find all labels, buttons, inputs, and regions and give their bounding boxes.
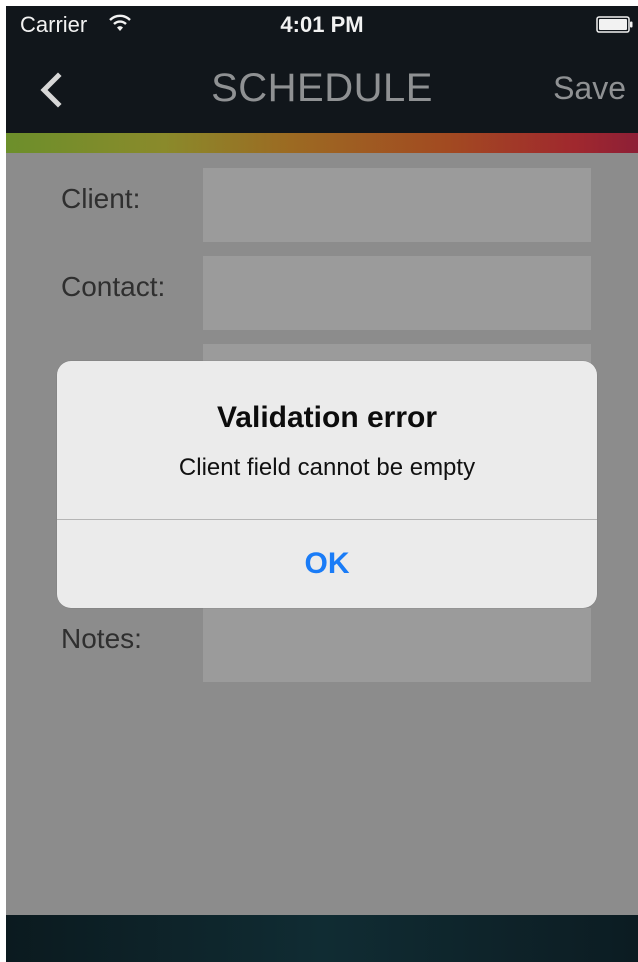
notes-label: Notes: — [61, 623, 142, 654]
validation-alert: Validation error Client field cannot be … — [57, 361, 597, 608]
accent-stripe — [6, 133, 638, 153]
alert-message: Client field cannot be empty — [178, 454, 476, 481]
app-screen: Carrier 4:01 PM SCHEDULE Save Client: Co… — [6, 6, 638, 962]
ok-button[interactable]: OK — [57, 520, 597, 608]
save-button[interactable]: Save — [553, 70, 626, 107]
client-label: Client: — [61, 183, 141, 214]
status-time: 4:01 PM — [280, 12, 364, 37]
client-field[interactable] — [203, 168, 591, 242]
page-title: SCHEDULE — [211, 66, 433, 110]
contact-field[interactable] — [203, 256, 591, 330]
alert-title: Validation error — [216, 401, 438, 434]
bottom-bar — [6, 915, 638, 962]
top-bar: Carrier 4:01 PM SCHEDULE Save — [6, 6, 638, 133]
contact-label: Contact: — [61, 271, 166, 302]
notes-field[interactable] — [203, 608, 591, 682]
battery-icon — [596, 16, 633, 33]
